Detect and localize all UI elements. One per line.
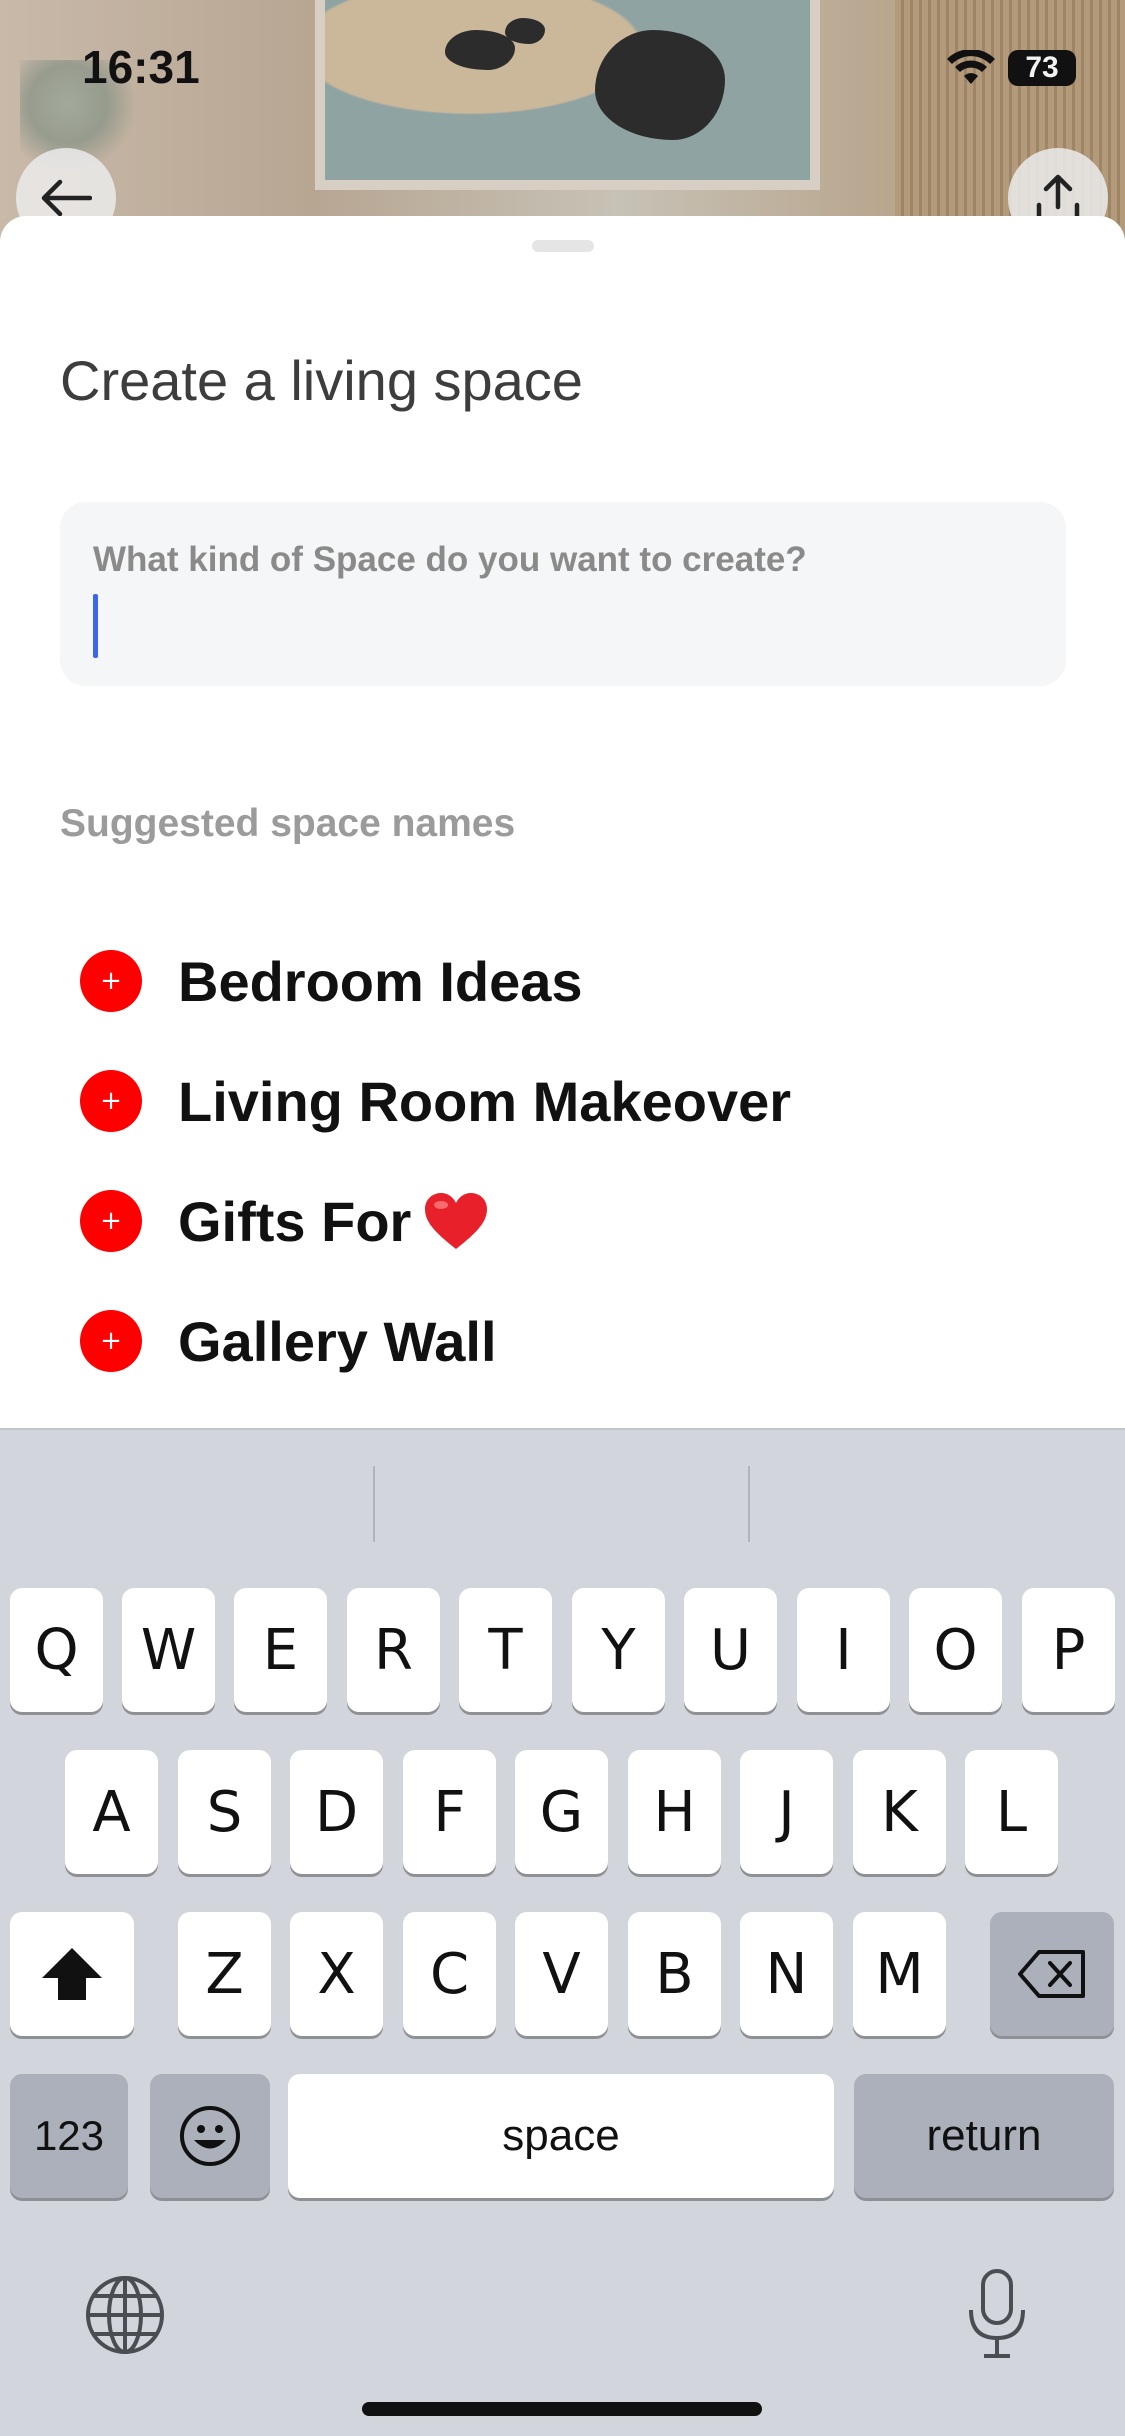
plus-icon: +	[80, 950, 142, 1012]
key-v[interactable]: V	[515, 1912, 608, 2036]
key-o[interactable]: O	[909, 1588, 1002, 1712]
suggestions-heading: Suggested space names	[60, 802, 516, 845]
keyboard: Q W E R T Y U I O P A S D F G H J K L Z …	[0, 1428, 1125, 2436]
numbers-key[interactable]: 123	[10, 2074, 128, 2198]
sheet-title: Create a living space	[60, 349, 583, 412]
key-i[interactable]: I	[797, 1588, 890, 1712]
key-d[interactable]: D	[290, 1750, 383, 1874]
key-x[interactable]: X	[290, 1912, 383, 2036]
suggestion-gifts-for[interactable]: + Gifts For	[80, 1181, 489, 1261]
status-time: 16:31	[82, 41, 200, 93]
key-t[interactable]: T	[459, 1588, 552, 1712]
plus-icon: +	[80, 1070, 142, 1132]
battery-icon: 73	[1008, 50, 1076, 86]
shift-key[interactable]	[10, 1912, 134, 2036]
key-l[interactable]: L	[965, 1750, 1058, 1874]
key-b[interactable]: B	[628, 1912, 721, 2036]
globe-icon[interactable]	[84, 2274, 166, 2356]
emoji-key[interactable]	[150, 2074, 270, 2198]
create-space-sheet: Create a living space What kind of Space…	[0, 216, 1125, 1428]
key-n[interactable]: N	[740, 1912, 833, 2036]
key-u[interactable]: U	[684, 1588, 777, 1712]
backspace-icon	[1018, 1950, 1085, 1998]
return-key[interactable]: return	[854, 2074, 1114, 2198]
key-e[interactable]: E	[234, 1588, 327, 1712]
status-bar: 16:31 73	[0, 0, 1125, 140]
suggestion-label: Living Room Makeover	[178, 1069, 792, 1133]
wifi-icon	[947, 50, 995, 84]
microphone-icon[interactable]	[966, 2268, 1028, 2360]
heart-icon	[425, 1193, 488, 1249]
key-q[interactable]: Q	[10, 1588, 103, 1712]
key-f[interactable]: F	[403, 1750, 496, 1874]
suggestion-living-room-makeover[interactable]: + Living Room Makeover	[80, 1061, 791, 1141]
key-j[interactable]: J	[740, 1750, 833, 1874]
key-s[interactable]: S	[178, 1750, 271, 1874]
key-w[interactable]: W	[122, 1588, 215, 1712]
home-indicator	[362, 2402, 762, 2416]
key-c[interactable]: C	[403, 1912, 496, 2036]
key-m[interactable]: M	[853, 1912, 946, 2036]
key-g[interactable]: G	[515, 1750, 608, 1874]
battery-level: 73	[1025, 51, 1059, 84]
suggestion-label: Gallery Wall	[178, 1309, 497, 1373]
arrow-left-icon	[41, 179, 92, 217]
plus-icon: +	[80, 1190, 142, 1252]
key-h[interactable]: H	[628, 1750, 721, 1874]
key-p[interactable]: P	[1022, 1588, 1115, 1712]
prediction-divider	[373, 1466, 375, 1542]
text-caret	[93, 594, 98, 658]
suggestion-label: Gifts For	[178, 1189, 412, 1253]
sheet-grabber[interactable]	[532, 240, 594, 252]
space-name-input[interactable]: What kind of Space do you want to create…	[60, 502, 1066, 686]
delete-key[interactable]	[990, 1912, 1114, 2036]
suggestion-bedroom-ideas[interactable]: + Bedroom Ideas	[80, 941, 583, 1021]
key-k[interactable]: K	[853, 1750, 946, 1874]
space-name-input-label: What kind of Space do you want to create…	[93, 540, 807, 579]
key-z[interactable]: Z	[178, 1912, 271, 2036]
key-y[interactable]: Y	[572, 1588, 665, 1712]
key-a[interactable]: A	[65, 1750, 158, 1874]
suggestion-label: Bedroom Ideas	[178, 949, 583, 1013]
emoji-icon	[180, 2106, 240, 2166]
shift-icon	[42, 1948, 102, 2000]
space-key[interactable]: space	[288, 2074, 834, 2198]
suggestion-gallery-wall[interactable]: + Gallery Wall	[80, 1301, 497, 1381]
prediction-divider	[748, 1466, 750, 1542]
keyboard-divider	[0, 1428, 1125, 1430]
plus-icon: +	[80, 1310, 142, 1372]
key-r[interactable]: R	[347, 1588, 440, 1712]
